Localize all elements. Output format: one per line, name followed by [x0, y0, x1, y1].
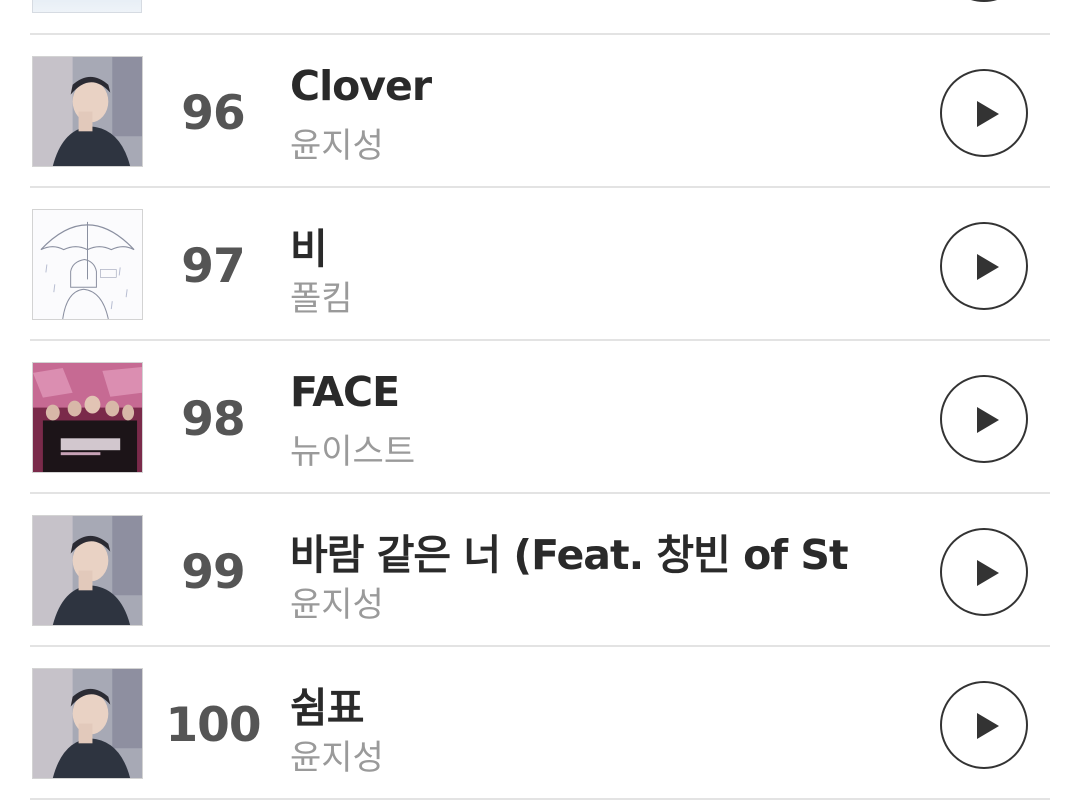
- play-icon: [977, 560, 999, 586]
- play-button[interactable]: [940, 222, 1028, 310]
- list-item[interactable]: 99 바람 같은 너 (Feat. 창빈 of St… 윤지성: [0, 495, 1080, 645]
- row-divider: [30, 33, 1050, 35]
- song-title: 쉼표: [290, 684, 364, 732]
- artist-name: 윤지성: [290, 126, 384, 166]
- play-button[interactable]: [940, 375, 1028, 463]
- album-thumbnail[interactable]: [32, 56, 143, 167]
- play-icon: [977, 254, 999, 280]
- row-divider: [30, 645, 1050, 647]
- list-item[interactable]: 98 FACE 뉴이스트: [0, 342, 1080, 492]
- artist-name: 폴킴: [290, 279, 353, 319]
- album-thumbnail[interactable]: [32, 515, 143, 626]
- artist-name: 윤지성: [290, 738, 384, 778]
- list-item[interactable]: 100 쉼표 윤지성: [0, 648, 1080, 798]
- album-thumbnail[interactable]: [32, 0, 142, 13]
- artist-name: 뉴이스트: [290, 432, 416, 472]
- row-divider: [30, 339, 1050, 341]
- album-thumbnail[interactable]: [32, 362, 143, 473]
- rank-number: 97: [181, 239, 245, 294]
- rank-number: 96: [181, 86, 245, 141]
- list-item[interactable]: 97 비 폴킴: [0, 189, 1080, 339]
- song-title: 바람 같은 너 (Feat. 창빈 of St…: [290, 531, 850, 579]
- row-divider: [30, 492, 1050, 494]
- play-button[interactable]: [940, 69, 1028, 157]
- rank-number: 98: [181, 392, 245, 447]
- album-thumbnail[interactable]: [32, 209, 143, 320]
- chart-list: 96 Clover 윤지성 97 비 폴킴 98 FACE 뉴이스트 99 바람…: [0, 0, 1080, 810]
- rank-number: 99: [181, 545, 245, 600]
- play-icon: [977, 101, 999, 127]
- play-button[interactable]: [940, 681, 1028, 769]
- album-thumbnail[interactable]: [32, 668, 143, 779]
- row-divider: [30, 186, 1050, 188]
- play-button[interactable]: [940, 0, 1028, 2]
- row-divider: [30, 798, 1050, 800]
- song-title: Clover: [290, 62, 432, 110]
- play-icon: [977, 407, 999, 433]
- play-icon: [977, 713, 999, 739]
- rank-number: 100: [165, 698, 261, 753]
- partial-list-item: [0, 0, 1080, 34]
- play-button[interactable]: [940, 528, 1028, 616]
- list-item[interactable]: 96 Clover 윤지성: [0, 36, 1080, 186]
- song-title: 비: [290, 225, 328, 273]
- artist-name: 윤지성: [290, 585, 384, 625]
- song-title: FACE: [290, 368, 400, 416]
